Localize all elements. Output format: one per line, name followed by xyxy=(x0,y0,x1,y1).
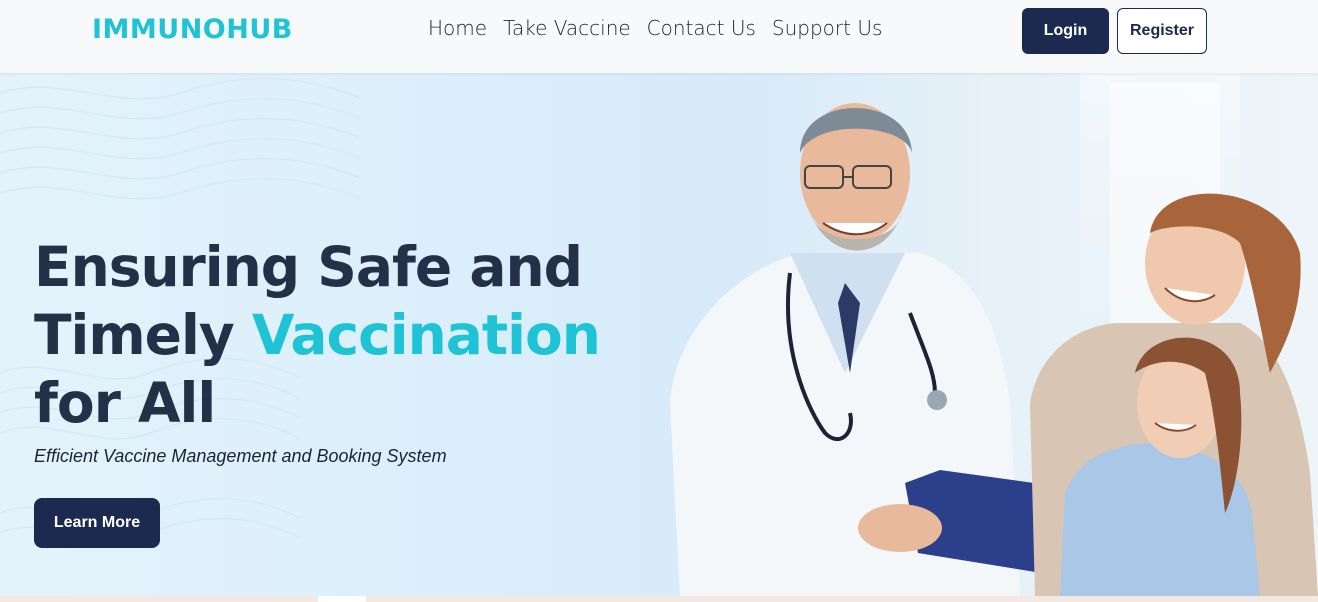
hero-bottom-strip xyxy=(0,596,1318,602)
nav-link-home[interactable]: Home xyxy=(428,16,487,40)
top-navbar: IMMUNOHUB Home Take Vaccine Contact Us S… xyxy=(0,0,1318,73)
headline-line-1: Ensuring Safe and xyxy=(34,235,583,299)
nav-link-contact-us[interactable]: Contact Us xyxy=(647,16,756,40)
login-button[interactable]: Login xyxy=(1022,8,1109,54)
hero-headline: Ensuring Safe and Timely Vaccination for… xyxy=(34,233,601,437)
headline-line-3: for All xyxy=(34,371,216,435)
headline-line-2-start: Timely xyxy=(34,303,252,367)
hero-subtitle: Efficient Vaccine Management and Booking… xyxy=(34,446,447,466)
learn-more-button[interactable]: Learn More xyxy=(34,498,160,548)
hero-section: Ensuring Safe and Timely Vaccination for… xyxy=(0,73,1318,596)
brand-logo[interactable]: IMMUNOHUB xyxy=(92,14,293,45)
hero-photo-doctor-family xyxy=(670,73,1318,596)
headline-accent-word: Vaccination xyxy=(251,303,601,367)
nav-link-take-vaccine[interactable]: Take Vaccine xyxy=(503,16,631,40)
hero-bottom-gap xyxy=(318,596,366,602)
nav-links: Home Take Vaccine Contact Us Support Us xyxy=(428,16,898,40)
register-button[interactable]: Register xyxy=(1117,8,1207,54)
nav-link-support-us[interactable]: Support Us xyxy=(772,16,882,40)
